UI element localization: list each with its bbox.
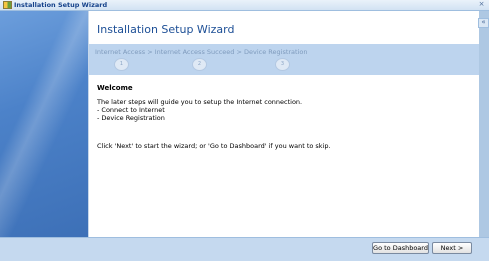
- close-icon[interactable]: ×: [477, 0, 486, 9]
- page-title: Installation Setup Wizard: [97, 23, 235, 36]
- title-bar: Installation Setup Wizard ×: [0, 0, 489, 11]
- next-button[interactable]: Next >: [432, 242, 472, 254]
- intro-text: The later steps will guide you to setup …: [97, 98, 303, 106]
- wizard-content-area: Installation Setup Wizard Internet Acces…: [88, 11, 479, 237]
- collapse-icon[interactable]: «: [478, 18, 489, 28]
- step-indicator-3: 3: [275, 58, 290, 71]
- step-labels: Internet Access > Internet Access Succee…: [95, 48, 308, 56]
- welcome-heading: Welcome: [97, 84, 133, 92]
- instruction-text: Click 'Next' to start the wizard; or 'Go…: [97, 142, 331, 150]
- step-list-item: - Connect to Internet: [97, 106, 165, 114]
- step-indicator-1: 1: [114, 58, 129, 71]
- step-progress-bar: Internet Access > Internet Access Succee…: [89, 44, 479, 75]
- decorative-side-panel: [0, 11, 88, 237]
- wizard-window: Installation Setup Wizard × Installation…: [0, 0, 489, 261]
- button-bar: Go to Dashboard Next >: [0, 237, 489, 261]
- step-indicator-2: 2: [192, 58, 207, 71]
- window-title: Installation Setup Wizard: [14, 1, 108, 9]
- step-list-item: - Device Registration: [97, 114, 165, 122]
- go-to-dashboard-button[interactable]: Go to Dashboard: [372, 242, 429, 254]
- wizard-app-icon: [3, 1, 12, 9]
